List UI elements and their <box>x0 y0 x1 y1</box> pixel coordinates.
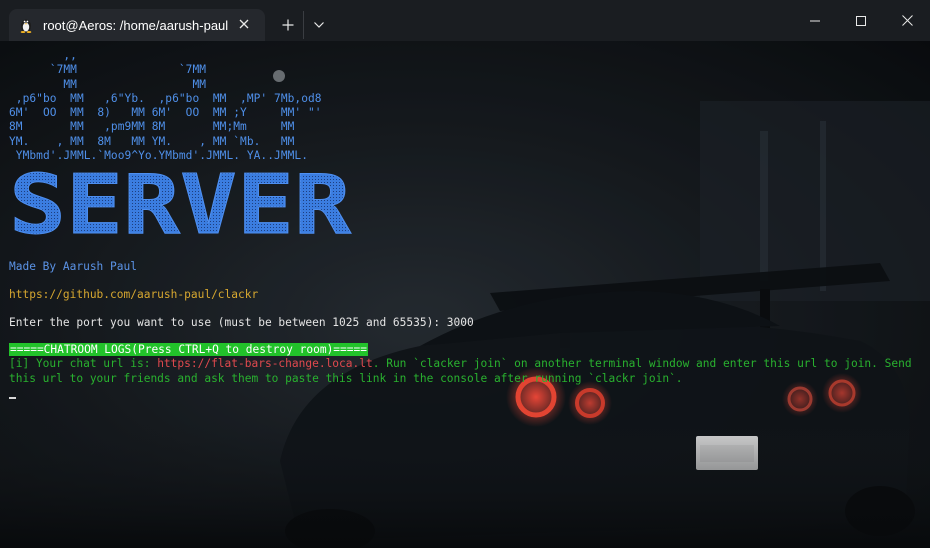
minimize-button[interactable] <box>792 0 838 41</box>
maximize-button[interactable] <box>838 0 884 41</box>
github-link[interactable]: https://github.com/aarush-paul/clackr <box>9 288 258 301</box>
chatroom-logs-header: =====CHATROOM LOGS(Press CTRL+Q to destr… <box>9 343 368 356</box>
server-banner: SERVER <box>9 167 352 242</box>
close-tab-icon[interactable] <box>237 17 251 31</box>
terminal-tab[interactable]: root@Aeros: /home/aarush-paul <box>9 9 265 41</box>
new-tab-group <box>272 11 334 39</box>
banner-text: SERVER <box>9 167 352 242</box>
terminal-output[interactable]: ,, `7MM `7MM MM MM ,p6"bo MM ,6"Yb. ,p6"… <box>0 41 930 548</box>
chevron-down-icon <box>314 22 324 28</box>
title-bar: root@Aeros: /home/aarush-paul <box>0 0 930 41</box>
tab-dropdown-button[interactable] <box>303 11 334 39</box>
new-tab-button[interactable] <box>272 11 303 39</box>
ascii-art-clackr: ,, `7MM `7MM MM MM ,p6"bo MM ,6"Yb. ,p6"… <box>9 49 322 163</box>
minimize-icon <box>810 20 820 21</box>
linux-tux-icon <box>20 19 32 33</box>
maximize-icon <box>856 15 866 26</box>
close-window-button[interactable] <box>884 0 930 41</box>
port-prompt: Enter the port you want to use (must be … <box>9 316 474 329</box>
made-by-line: Made By Aarush Paul <box>9 260 137 273</box>
chat-url-message: [i] Your chat url is: https://flat-bars-… <box>9 357 914 386</box>
chat-url-link[interactable]: https://flat-bars-change.loca.lt <box>157 357 373 370</box>
chat-prefix: [i] Your chat url is: <box>9 357 158 370</box>
close-icon <box>901 15 913 26</box>
plus-icon <box>282 19 293 31</box>
terminal-content: ,, `7MM `7MM MM MM ,p6"bo MM ,6"Yb. ,p6"… <box>9 49 921 163</box>
tab-title: root@Aeros: /home/aarush-paul <box>43 17 229 33</box>
text-cursor <box>9 397 16 399</box>
